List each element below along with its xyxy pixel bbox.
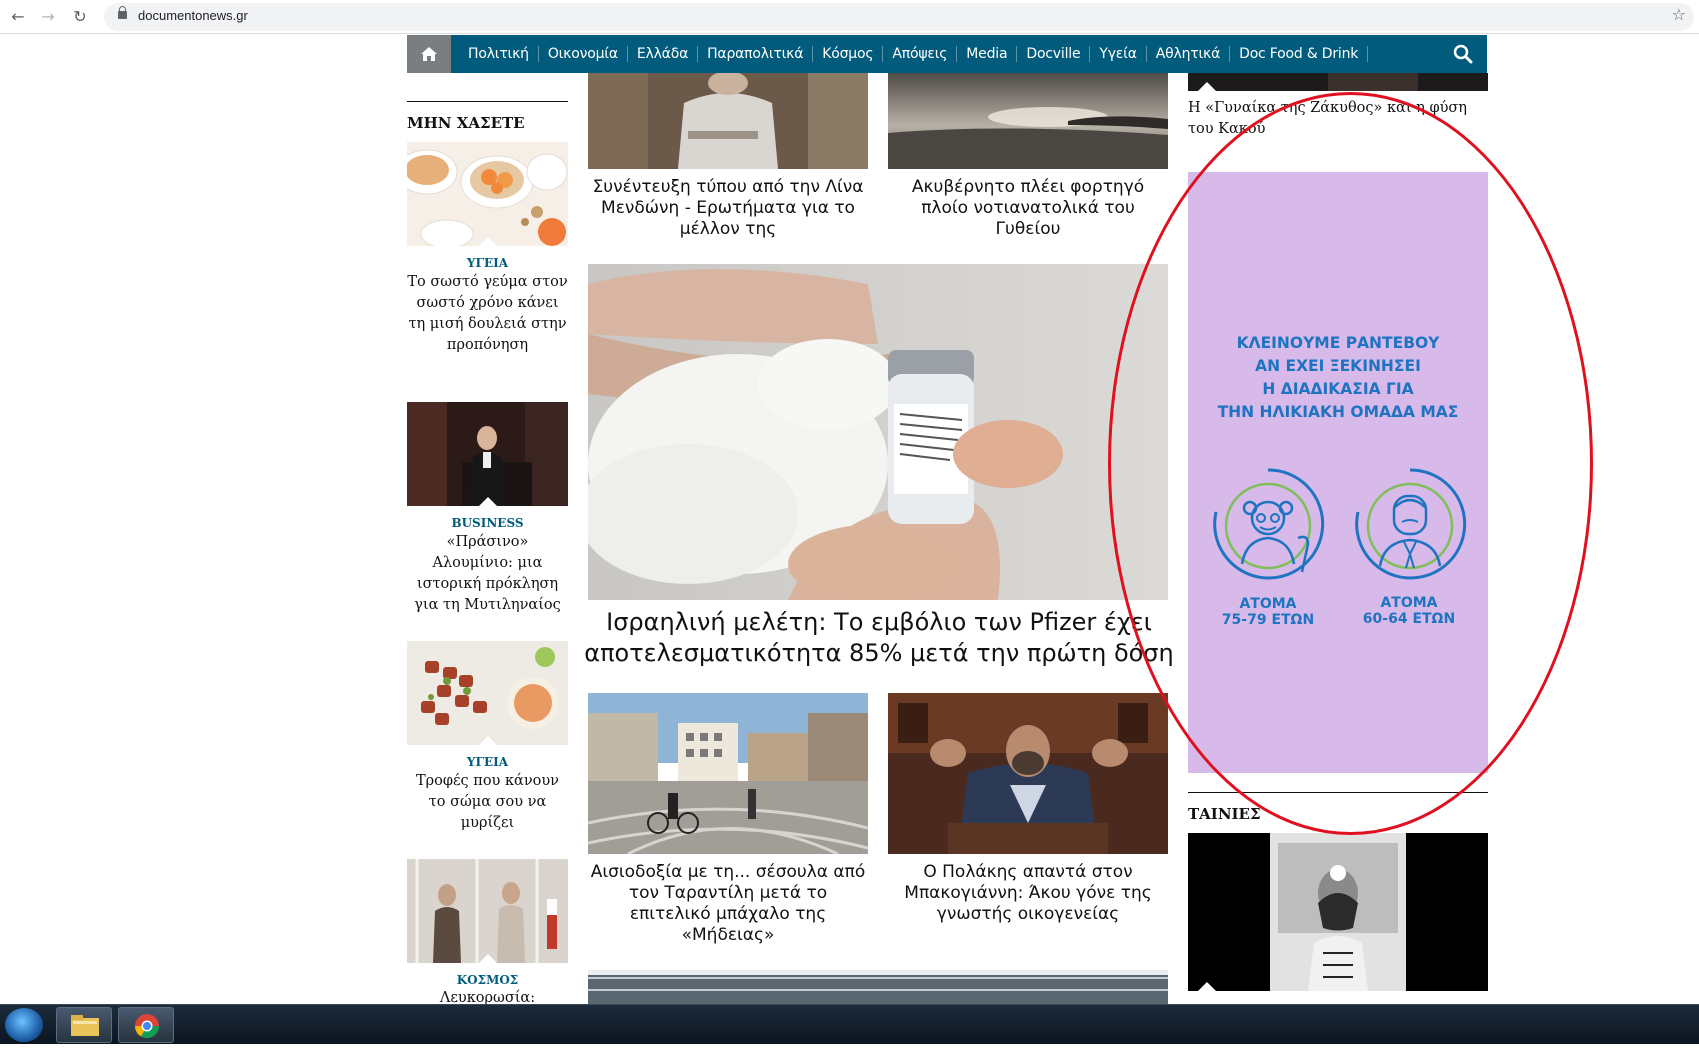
ad-heading-line: ΚΛΕΙΝΟΥΜΕ ΡΑΝΤΕΒΟΥ: [1236, 334, 1440, 352]
article-title[interactable]: Συνέντευξη τύπου από την Λίνα Μενδώνη - …: [588, 177, 868, 240]
nav-item-media[interactable]: Media: [957, 46, 1018, 62]
section-title-movies: ΤΑΙΝΙΕΣ: [1188, 805, 1261, 823]
ad-group-range: 60-64 ΕΤΩΝ: [1362, 611, 1456, 627]
article-title[interactable]: Ο Πολάκης απαντά στον Μπακογιάννη: Άκου …: [888, 862, 1168, 925]
nav-item-ygeia[interactable]: Υγεία: [1090, 46, 1147, 62]
section-divider: [1188, 792, 1488, 793]
article-thumbnail[interactable]: [407, 142, 568, 246]
article-title[interactable]: Αισιοδοξία με τη... σέσουλα από τον Ταρα…: [588, 862, 868, 946]
bookmark-star-icon[interactable]: ☆: [1672, 5, 1686, 24]
file-explorer-icon[interactable]: [56, 1007, 112, 1043]
adult-man-icon: [1350, 464, 1470, 584]
lock-icon: [118, 6, 127, 19]
ad-heading-line: ΑΝ ΕΧΕΙ ΞΕΚΙΝΗΣΕΙ: [1255, 357, 1421, 375]
article-image[interactable]: [588, 73, 868, 169]
thumbnail-notch: [479, 497, 497, 506]
nav-item-doc-food-drink[interactable]: Doc Food & Drink: [1230, 46, 1369, 62]
section-title-dont-miss: ΜΗΝ ΧΑΣΕΤΕ: [407, 114, 525, 132]
article-title[interactable]: Λευκορωσία:: [407, 988, 568, 1004]
category-label[interactable]: BUSINESS: [407, 516, 568, 530]
article-title[interactable]: «Πράσινο» Αλουμίνιο: μια ιστορική πρόκλη…: [407, 532, 568, 616]
thumbnail-notch: [1198, 82, 1216, 91]
article-thumbnail[interactable]: [407, 402, 568, 506]
featured-article-title[interactable]: Ισραηλινή μελέτη: Το εμβόλιο των Pfizer …: [584, 607, 1174, 669]
article-image[interactable]: [588, 693, 868, 854]
taskbar: [0, 1004, 1699, 1044]
chrome-icon[interactable]: [118, 1007, 174, 1043]
article-image[interactable]: [588, 970, 1168, 1004]
nav-menu: Πολιτική Οικονομία Ελλάδα Παραπολιτικά Κ…: [459, 35, 1369, 73]
nav-item-ellada[interactable]: Ελλάδα: [628, 46, 699, 62]
nav-item-apopseis[interactable]: Απόψεις: [883, 46, 958, 62]
thumbnail-notch: [479, 954, 497, 963]
browser-toolbar: ← → ↻ documentonews.gr ☆: [0, 0, 1699, 34]
section-divider: [407, 101, 568, 102]
nav-item-docville[interactable]: Docville: [1017, 46, 1091, 62]
nav-item-athlitika[interactable]: Αθλητικά: [1147, 46, 1231, 62]
nav-item-politiki[interactable]: Πολιτική: [459, 46, 539, 62]
nav-item-kosmos[interactable]: Κόσμος: [813, 46, 884, 62]
article-image[interactable]: [1188, 73, 1488, 91]
home-icon[interactable]: [407, 35, 451, 73]
article-image[interactable]: [888, 693, 1168, 854]
thumbnail-notch: [479, 237, 497, 246]
url-text: documentonews.gr: [138, 8, 248, 23]
back-icon[interactable]: ←: [6, 5, 30, 29]
ad-heading-line: ΤΗΝ ΗΛΙΚΙΑΚΗ ΟΜΑΔΑ ΜΑΣ: [1217, 403, 1459, 421]
thumbnail-notch: [479, 736, 497, 745]
article-title[interactable]: Η «Γυναίκα της Ζάκυθος» και η φύση του Κ…: [1188, 98, 1488, 140]
address-bar[interactable]: documentonews.gr ☆: [104, 3, 1694, 31]
article-title[interactable]: Τροφές που κάνουν το σώμα σου να μυρίζει: [407, 771, 568, 834]
article-title[interactable]: Ακυβέρνητο πλέει φορτηγό πλοίο νοτιανατο…: [888, 177, 1168, 240]
ad-group-label: ΑΤΟΜΑ: [1239, 596, 1297, 612]
article-thumbnail[interactable]: [407, 859, 568, 963]
thumbnail-notch: [1198, 982, 1216, 991]
forward-icon[interactable]: →: [36, 5, 60, 29]
article-thumbnail[interactable]: [407, 641, 568, 745]
article-title[interactable]: Το σωστό γεύμα στον σωστό χρόνο κάνει τη…: [407, 272, 568, 356]
article-image[interactable]: [1188, 833, 1488, 991]
nav-item-oikonomia[interactable]: Οικονομία: [539, 46, 628, 62]
ad-group-range: 75-79 ΕΤΩΝ: [1221, 612, 1315, 628]
featured-article-image[interactable]: [588, 264, 1168, 600]
category-label[interactable]: ΥΓΕΙΑ: [407, 256, 568, 270]
vaccination-ad-banner[interactable]: ΚΛΕΙΝΟΥΜΕ ΡΑΝΤΕΒΟΥ ΑΝ ΕΧΕΙ ΞΕΚΙΝΗΣΕΙ Η Δ…: [1188, 172, 1488, 773]
category-label[interactable]: ΥΓΕΙΑ: [407, 755, 568, 769]
ad-heading-line: Η ΔΙΑΔΙΚΑΣΙΑ ΓΙΑ: [1262, 380, 1414, 398]
ad-group-label: ΑΤΟΜΑ: [1380, 595, 1438, 611]
nav-item-parapolitika[interactable]: Παραπολιτικά: [698, 46, 814, 62]
start-button-icon[interactable]: [5, 1008, 43, 1042]
article-title-cutoff: [1188, 995, 1488, 1004]
site-navigation: Πολιτική Οικονομία Ελλάδα Παραπολιτικά Κ…: [407, 35, 1487, 73]
article-image[interactable]: [888, 73, 1168, 169]
category-label[interactable]: ΚΟΣΜΟΣ: [407, 973, 568, 987]
search-icon[interactable]: [1453, 44, 1473, 64]
elderly-man-icon: [1208, 464, 1328, 584]
reload-icon[interactable]: ↻: [68, 5, 92, 29]
ad-heading: ΚΛΕΙΝΟΥΜΕ ΡΑΝΤΕΒΟΥ ΑΝ ΕΧΕΙ ΞΕΚΙΝΗΣΕΙ Η Δ…: [1188, 332, 1488, 424]
